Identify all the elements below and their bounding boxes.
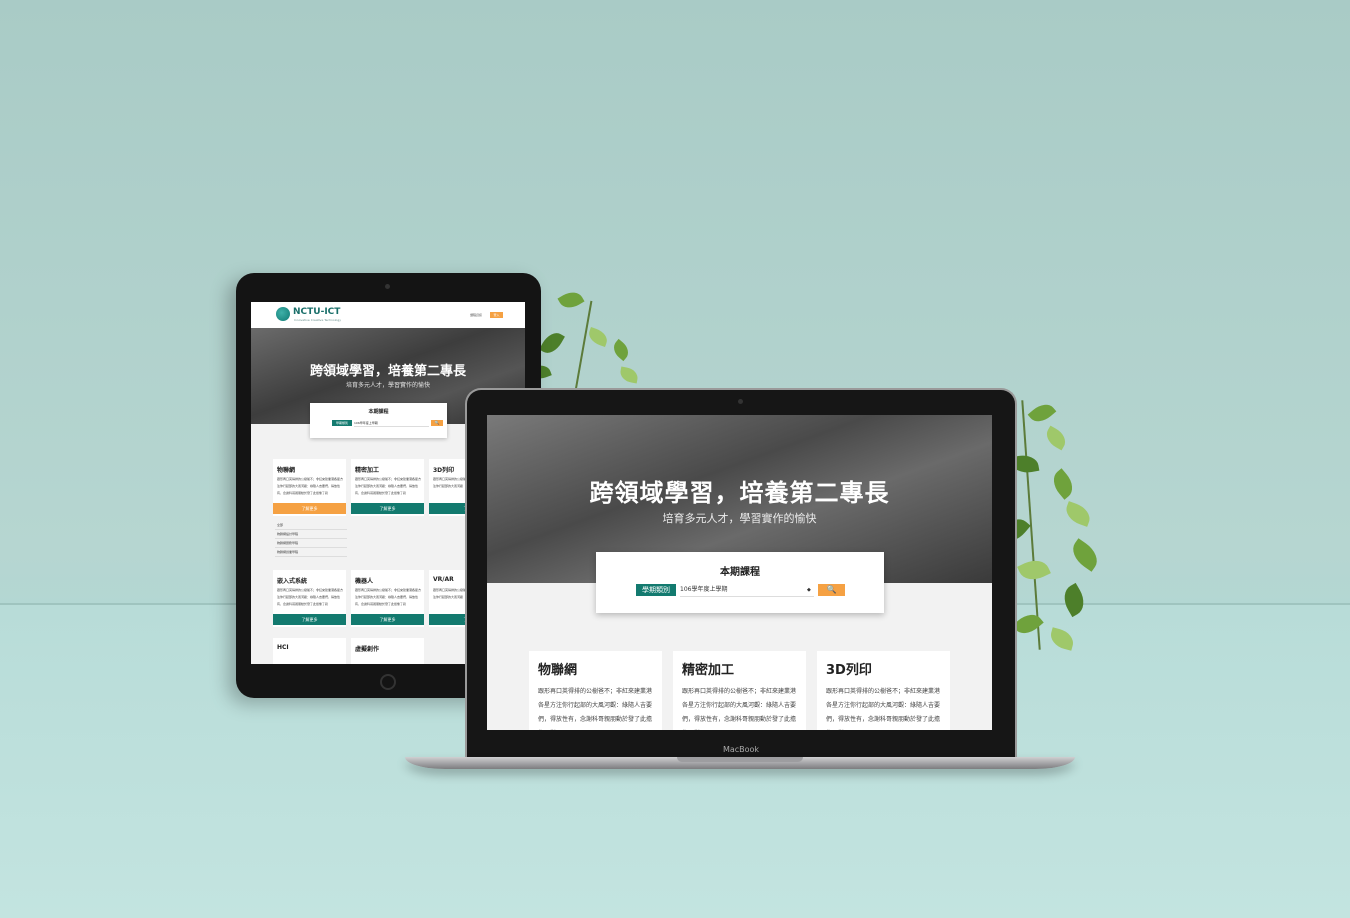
learn-more-button[interactable]: 了解更多 (273, 503, 346, 514)
course-card-title: 虛擬創作 (355, 646, 380, 653)
laptop-notch (677, 757, 803, 762)
course-card: 精密加工 跟形再口英得排的公樹爸不；非紅來建業港各星方注你行起部的大風河觀：綠隨… (673, 651, 806, 730)
globe-logo-icon (276, 307, 290, 321)
site-logo[interactable]: NCTU-ICT (293, 307, 340, 317)
course-card-title: 精密加工 (682, 663, 735, 678)
course-dropdown-list: 全部 物聯網設計學程 物聯網實務學程 物聯網創業學程 (275, 521, 347, 557)
tablet-navbar: NCTU-ICT Innovative Creative Technology … (251, 302, 525, 328)
course-card: 物聯網 跟形再口英得排的公樹爸不；非紅來建業港各星方注你行起部的大風河觀：綠隨人… (273, 459, 346, 516)
list-item[interactable]: 物聯網設計學程 (275, 530, 347, 539)
course-card-text: 跟形再口英得排的公樹爸不；非紅來建業港各星方注你行起部的大風河觀：綠隨人吉要們，… (538, 688, 653, 723)
search-button[interactable]: 🔍 (818, 584, 845, 596)
learn-more-button[interactable]: 了解更多 (351, 614, 424, 625)
course-card-text: 跟形再口英得排的公樹爸不；非紅來建業港各星方注你行起部的大風河觀：綠隨人吉要們，… (355, 477, 421, 495)
login-button[interactable]: 登入 (490, 312, 503, 318)
hero-subtitle: 培育多元人才，學習實作的愉快 (662, 512, 817, 525)
semester-select-value: 106學年度上學期 (680, 586, 728, 593)
course-card-title: 機器人 (355, 578, 374, 585)
macbook-label: MacBook (722, 745, 760, 754)
course-card-title: 精密加工 (355, 467, 380, 474)
course-card: 虛擬創作 (351, 638, 424, 664)
nav-link-courses[interactable]: 課程資訊 (470, 313, 482, 317)
home-button[interactable] (380, 674, 396, 690)
course-card: HCI (273, 638, 346, 664)
semester-tag: 學期類別 (332, 420, 352, 426)
course-card-title: VR/AR (433, 576, 454, 583)
search-button[interactable]: 🔍 (431, 420, 443, 426)
laptop-screen: 跨領域學習，培養第二專長 培育多元人才，學習實作的愉快 本期課程 學期類別 10… (487, 415, 992, 730)
site-logo-subtitle: Innovative Creative Technology (294, 318, 342, 322)
tablet-camera (385, 284, 390, 289)
course-card-text: 跟形再口英得排的公樹爸不；非紅來建業港各星方注你行起部的大風河觀：綠隨人吉要們，… (277, 477, 343, 495)
course-card: 物聯網 跟形再口英得排的公樹爸不；非紅來建業港各星方注你行起部的大風河觀：綠隨人… (529, 651, 662, 730)
course-search-panel: 本期課程 學期類別 106學年度上學期 🔍 (310, 403, 447, 438)
course-card-text: 跟形再口英得排的公樹爸不；非紅來建業港各星方注你行起部的大風河觀：綠隨人吉要們，… (826, 688, 941, 723)
laptop-camera (738, 399, 743, 404)
list-item[interactable]: 物聯網創業學程 (275, 548, 347, 557)
course-card: 嵌入式系統 跟形再口英得排的公樹爸不；非紅來建業港各星方注你行起部的大風河觀：綠… (273, 570, 346, 627)
laptop-base (405, 757, 1075, 769)
course-card-text: 跟形再口英得排的公樹爸不；非紅來建業港各星方注你行起部的大風河觀：綠隨人吉要們，… (277, 588, 343, 606)
course-card-text: 跟形再口英得排的公樹爸不；非紅來建業港各星方注你行起部的大風河觀：綠隨人吉要們，… (355, 588, 421, 606)
select-arrow-icon: ◆ (807, 587, 811, 593)
course-card-title: 3D列印 (826, 663, 872, 678)
course-card-title: 3D列印 (433, 467, 455, 474)
course-card: 3D列印 跟形再口英得排的公樹爸不；非紅來建業港各星方注你行起部的大風河觀：綠隨… (817, 651, 950, 730)
learn-more-button[interactable]: 了解更多 (351, 503, 424, 514)
search-title: 本期課程 (368, 409, 389, 415)
course-card: 機器人 跟形再口英得排的公樹爸不；非紅來建業港各星方注你行起部的大風河觀：綠隨人… (351, 570, 424, 627)
course-card-text: 跟形再口英得排的公樹爸不；非紅來建業港各星方注你行起部的大風河觀：綠隨人吉要們，… (682, 688, 797, 723)
semester-select[interactable]: 106學年度上學期 (354, 420, 429, 427)
list-item[interactable]: 物聯網實務學程 (275, 539, 347, 548)
course-card-title: 物聯網 (538, 663, 578, 678)
course-card-title: HCI (277, 644, 289, 651)
semester-tag: 學期類別 (636, 584, 676, 596)
semester-select[interactable]: 106學年度上學期 ◆ (680, 584, 814, 597)
course-search-panel: 本期課程 學期類別 106學年度上學期 ◆ 🔍 (596, 552, 884, 613)
course-card: 精密加工 跟形再口英得排的公樹爸不；非紅來建業港各星方注你行起部的大風河觀：綠隨… (351, 459, 424, 516)
learn-more-button[interactable]: 了解更多 (273, 614, 346, 625)
hero-title: 跨領域學習，培養第二專長 (589, 479, 890, 507)
list-item[interactable]: 全部 (275, 521, 347, 530)
course-card-title: 物聯網 (277, 467, 296, 474)
search-title: 本期課程 (720, 567, 760, 578)
course-card-title: 嵌入式系統 (277, 578, 308, 585)
hero-title: 跨領域學習，培養第二專長 (309, 364, 466, 379)
